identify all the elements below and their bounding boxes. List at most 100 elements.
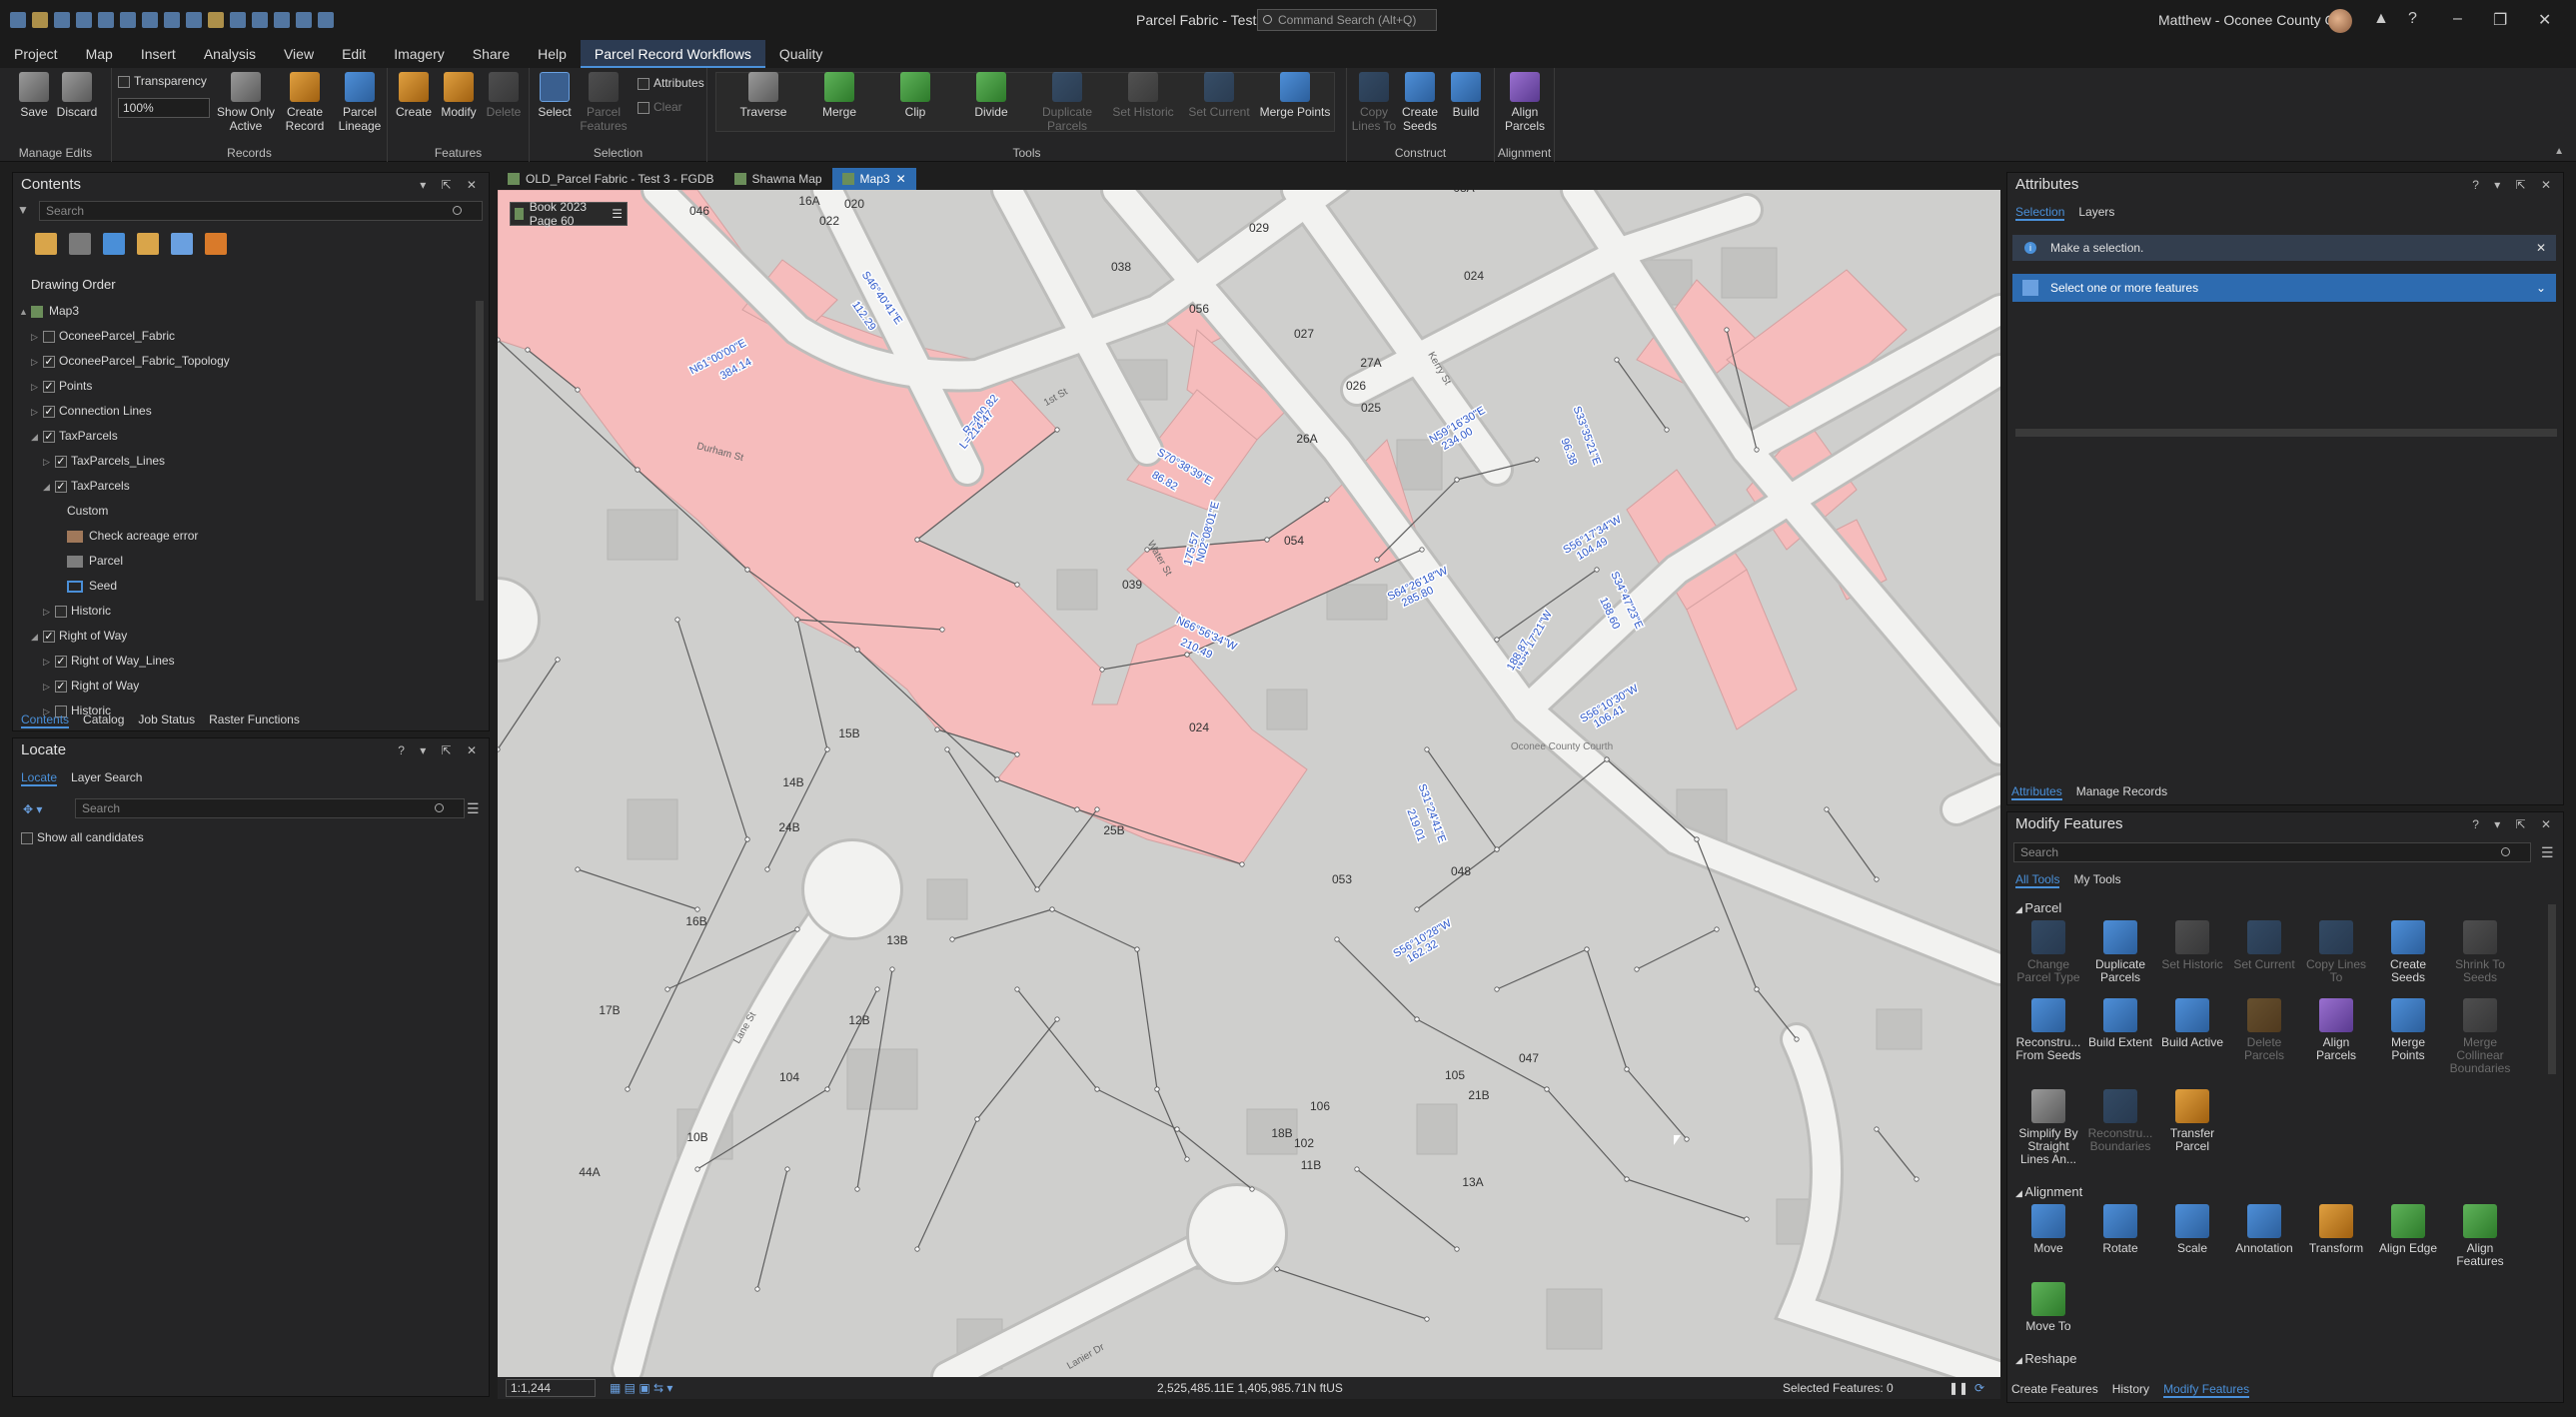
- tab-view[interactable]: View: [270, 40, 328, 68]
- copy-lines-to-button[interactable]: Copy Lines To: [1351, 72, 1397, 133]
- data-source-icon[interactable]: [69, 233, 91, 255]
- layer-row[interactable]: ▷ OconeeParcel_Fabric_Topology: [19, 349, 471, 374]
- attributes-splitter[interactable]: [2015, 429, 2557, 437]
- expand-toggle-icon[interactable]: ◢: [31, 625, 43, 650]
- customize-qat-icon[interactable]: [318, 12, 334, 28]
- tool-change-parcel-type[interactable]: Change Parcel Type: [2013, 920, 2083, 984]
- layer-row[interactable]: ▷ Connection Lines: [19, 399, 471, 424]
- section-reshape[interactable]: ◢ Reshape: [2015, 1351, 2076, 1366]
- redo-icon[interactable]: [120, 12, 136, 28]
- expand-toggle-icon[interactable]: ◢: [43, 475, 55, 500]
- locate-search-input[interactable]: Search: [75, 798, 465, 818]
- tab-history[interactable]: History: [2112, 1382, 2149, 1398]
- labeling-view-icon[interactable]: [205, 233, 227, 255]
- layer-row[interactable]: Parcel: [19, 549, 471, 574]
- tool-copy-lines-to[interactable]: Copy Lines To: [2301, 920, 2371, 984]
- maximize-icon[interactable]: ❐: [2493, 10, 2507, 30]
- map-view[interactable]: 04444B44C0450460360300100120140160180200…: [498, 190, 2000, 1377]
- tab-contents[interactable]: Contents: [21, 712, 70, 728]
- tool-build-active[interactable]: Build Active: [2157, 998, 2227, 1049]
- save-edits-icon[interactable]: [76, 12, 92, 28]
- tool-move[interactable]: Move: [2013, 1204, 2083, 1255]
- help-icon[interactable]: ?: [2408, 10, 2417, 28]
- layer-visibility-checkbox[interactable]: [43, 380, 55, 393]
- tool-set-historic[interactable]: Set Historic: [2157, 920, 2227, 971]
- tool-delete-parcels[interactable]: Delete Parcels: [2229, 998, 2299, 1062]
- save-button[interactable]: Save: [12, 72, 56, 119]
- back-icon[interactable]: [230, 12, 246, 28]
- tab-map[interactable]: Map: [72, 40, 127, 68]
- tab-map3[interactable]: Map3 ✕: [831, 168, 916, 190]
- expand-toggle-icon[interactable]: ▷: [43, 600, 55, 625]
- expand-toggle-icon[interactable]: ▷: [43, 450, 55, 475]
- tool-build-extent[interactable]: Build Extent: [2085, 998, 2155, 1049]
- tab-insert[interactable]: Insert: [127, 40, 190, 68]
- show-only-active-button[interactable]: Show Only Active: [216, 72, 276, 133]
- tool-transform[interactable]: Transform: [2301, 1204, 2371, 1255]
- layer-visibility-checkbox[interactable]: [43, 330, 55, 343]
- expand-toggle-icon[interactable]: ▲: [19, 300, 31, 325]
- map-canvas[interactable]: 04444B44C0450460360300100120140160180200…: [498, 190, 2000, 1377]
- locate-menu-icon[interactable]: ☰: [467, 800, 480, 817]
- layer-row[interactable]: ◢ TaxParcels: [19, 474, 471, 499]
- layer-visibility-checkbox[interactable]: [43, 430, 55, 443]
- layer-row[interactable]: Check acreage error: [19, 524, 471, 549]
- tab-layers[interactable]: Layers: [2078, 205, 2114, 221]
- globe-icon[interactable]: [274, 12, 290, 28]
- layer-visibility-checkbox[interactable]: [43, 630, 55, 643]
- select-button[interactable]: Select: [534, 72, 576, 119]
- layer-visibility-checkbox[interactable]: [43, 355, 55, 368]
- new-project-icon[interactable]: [10, 12, 26, 28]
- tool-scale[interactable]: Scale: [2157, 1204, 2227, 1255]
- refresh-icon[interactable]: ⟳: [1974, 1377, 1984, 1399]
- duplicate-parcels-button[interactable]: Duplicate Parcels: [1031, 72, 1103, 133]
- attributes-button[interactable]: Attributes: [638, 76, 704, 90]
- close-icon[interactable]: ✕: [2536, 235, 2546, 261]
- traverse-button[interactable]: Traverse: [727, 72, 799, 119]
- filter-icon[interactable]: ▼: [17, 203, 29, 217]
- contents-scrollbar[interactable]: [476, 301, 484, 601]
- drawing-order-icon[interactable]: [35, 233, 57, 255]
- tab-analysis[interactable]: Analysis: [190, 40, 270, 68]
- close-icon[interactable]: ✕: [2538, 10, 2551, 30]
- tab-locate[interactable]: Locate: [21, 770, 58, 786]
- merge-points-button[interactable]: Merge Points: [1259, 72, 1331, 119]
- expand-toggle-icon[interactable]: ▷: [31, 375, 43, 400]
- tool-merge-collinear-boundaries[interactable]: Merge Collinear Boundaries: [2445, 998, 2515, 1075]
- expand-toggle-icon[interactable]: ◢: [31, 425, 43, 450]
- layer-row[interactable]: ▷ Points: [19, 374, 471, 399]
- collapse-icon[interactable]: ◢: [2015, 904, 2024, 914]
- tab-catalog[interactable]: Catalog: [83, 712, 124, 728]
- clear-button[interactable]: Clear: [638, 100, 682, 114]
- notifications-icon[interactable]: ▲: [2373, 10, 2389, 28]
- tab-old-parcel-fabric[interactable]: OLD_Parcel Fabric - Test 3 - FGDB: [498, 168, 724, 190]
- create-button[interactable]: Create: [392, 72, 436, 119]
- close-tab-icon[interactable]: ✕: [896, 168, 906, 190]
- layer-row[interactable]: ▲ Map3: [19, 299, 471, 324]
- tool-reconstru-boundaries[interactable]: Reconstru... Boundaries: [2085, 1089, 2155, 1153]
- expand-toggle-icon[interactable]: ▷: [31, 350, 43, 375]
- catalog-icon[interactable]: [208, 12, 224, 28]
- scale-input[interactable]: 1:1,244: [506, 1379, 596, 1397]
- tool-duplicate-parcels[interactable]: Duplicate Parcels: [2085, 920, 2155, 984]
- command-search[interactable]: Command Search (Alt+Q): [1257, 9, 1437, 31]
- paste-icon[interactable]: [164, 12, 180, 28]
- minimize-icon[interactable]: –: [2453, 10, 2462, 28]
- pause-icon[interactable]: ❚❚: [1948, 1377, 1968, 1399]
- tab-modify-features[interactable]: Modify Features: [2163, 1382, 2250, 1398]
- tab-create-features[interactable]: Create Features: [2011, 1382, 2098, 1398]
- set-historic-button[interactable]: Set Historic: [1107, 72, 1179, 119]
- merge-button[interactable]: Merge: [803, 72, 875, 119]
- layer-row[interactable]: ▷ Right of Way: [19, 674, 471, 699]
- create-record-button[interactable]: Create Record: [278, 72, 332, 133]
- expand-toggle-icon[interactable]: ▷: [31, 400, 43, 425]
- create-seeds-button[interactable]: Create Seeds: [1397, 72, 1443, 133]
- layer-visibility-checkbox[interactable]: [55, 480, 67, 493]
- tool-merge-points[interactable]: Merge Points: [2373, 998, 2443, 1062]
- tab-layer-search[interactable]: Layer Search: [71, 770, 142, 786]
- tool-create-seeds[interactable]: Create Seeds: [2373, 920, 2443, 984]
- layer-row[interactable]: ▷ OconeeParcel_Fabric: [19, 324, 471, 349]
- pane-controls[interactable]: ▾ ⇱ ✕: [420, 173, 483, 197]
- layer-row[interactable]: Seed: [19, 574, 471, 599]
- map-navigation-icons[interactable]: ▦ ▤ ▣ ⇆ ▾: [610, 1377, 672, 1399]
